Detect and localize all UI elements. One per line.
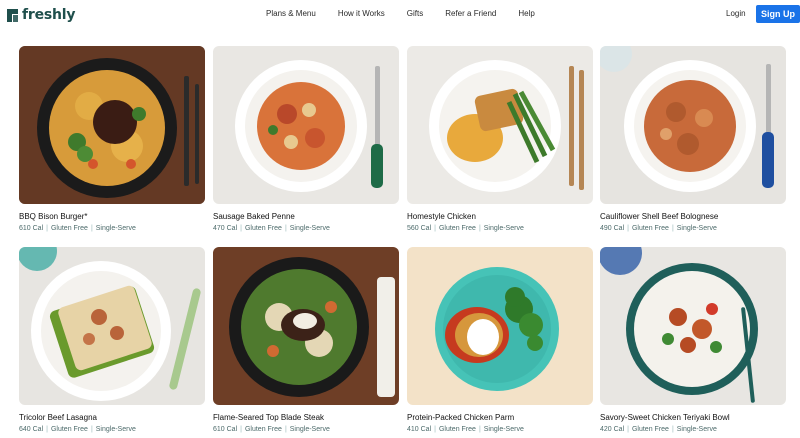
meal-name[interactable]: Cauliflower Shell Beef Bolognese <box>600 212 786 221</box>
tricolor-beef-lasagna-image <box>19 247 205 405</box>
meal-card[interactable]: Cauliflower Shell Beef Bolognese 490 Cal… <box>600 46 786 232</box>
meal-meta: 410 Cal | Gluten Free | Single-Serve <box>407 426 524 433</box>
calories: 560 Cal <box>407 225 432 232</box>
meal-card[interactable]: Flame-Seared Top Blade Steak 610 Cal | Glu… <box>213 247 399 433</box>
calories: 610 Cal <box>19 225 44 232</box>
diet-tag: Gluten Free <box>244 225 282 232</box>
sign-up-button[interactable]: Sign Up <box>756 5 800 23</box>
calories: 490 Cal <box>600 225 625 232</box>
meal-photo[interactable] <box>19 247 205 405</box>
meal-meta: 610 Cal | Gluten Free | Single-Serve <box>19 225 136 232</box>
meal-name[interactable]: Savory-Sweet Chicken Teriyaki Bowl <box>600 413 786 422</box>
meal-name[interactable]: Flame-Seared Top Blade Steak <box>213 413 399 422</box>
nav-plans-menu[interactable]: Plans & Menu <box>266 9 316 18</box>
cauliflower-shell-bolognese-image <box>600 46 786 204</box>
serving-tag: Single-Serve <box>483 225 524 232</box>
meal-name[interactable]: Tricolor Beef Lasagna <box>19 413 205 422</box>
chicken-teriyaki-bowl-image <box>600 247 786 405</box>
calories: 610 Cal <box>213 426 238 433</box>
meal-photo[interactable] <box>213 247 399 405</box>
top-navigation-bar: freshly Plans & Menu How it Works Gifts … <box>0 0 800 30</box>
diet-tag: Gluten Free <box>438 225 476 232</box>
sausage-baked-penne-image <box>213 46 399 204</box>
calories: 640 Cal <box>19 426 44 433</box>
calories: 410 Cal <box>407 426 432 433</box>
calories: 420 Cal <box>600 426 625 433</box>
meal-meta: 610 Cal | Gluten Free | Single-Serve <box>213 426 330 433</box>
nav-how-it-works[interactable]: How it Works <box>338 9 385 18</box>
meal-photo[interactable] <box>213 46 399 204</box>
meal-card[interactable]: Sausage Baked Penne 470 Cal | Gluten Free |… <box>213 46 399 232</box>
meal-card[interactable]: Tricolor Beef Lasagna 640 Cal | Gluten Fre… <box>19 247 205 433</box>
nav-gifts[interactable]: Gifts <box>407 9 423 18</box>
meal-card[interactable]: Homestyle Chicken 560 Cal | Gluten Free | Si… <box>407 46 593 232</box>
homestyle-chicken-image <box>407 46 593 204</box>
meal-meta: 490 Cal | Gluten Free | Single-Serve <box>600 225 717 232</box>
flame-seared-steak-image <box>213 247 399 405</box>
nav-refer-a-friend[interactable]: Refer a Friend <box>445 9 496 18</box>
serving-tag: Single-Serve <box>289 225 330 232</box>
meal-meta: 560 Cal | Gluten Free | Single-Serve <box>407 225 524 232</box>
serving-tag: Single-Serve <box>95 225 136 232</box>
nav-help[interactable]: Help <box>518 9 534 18</box>
serving-tag: Single-Serve <box>483 426 524 433</box>
meal-meta: 640 Cal | Gluten Free | Single-Serve <box>19 426 136 433</box>
meal-name[interactable]: Protein-Packed Chicken Parm <box>407 413 593 422</box>
login-link[interactable]: Login <box>726 9 746 18</box>
meal-card[interactable]: Savory-Sweet Chicken Teriyaki Bowl 420 C… <box>600 247 786 433</box>
serving-tag: Single-Serve <box>95 426 136 433</box>
serving-tag: Single-Serve <box>676 225 717 232</box>
meal-name[interactable]: Homestyle Chicken <box>407 212 593 221</box>
diet-tag: Gluten Free <box>244 426 282 433</box>
meal-photo[interactable] <box>600 46 786 204</box>
meal-meta: 420 Cal | Gluten Free | Single-Serve <box>600 426 717 433</box>
calories: 470 Cal <box>213 225 238 232</box>
serving-tag: Single-Serve <box>676 426 717 433</box>
freshly-logo-icon <box>7 8 18 22</box>
main-nav: Plans & Menu How it Works Gifts Refer a … <box>266 9 557 18</box>
meal-photo[interactable] <box>407 247 593 405</box>
diet-tag: Gluten Free <box>50 426 88 433</box>
diet-tag: Gluten Free <box>50 225 88 232</box>
diet-tag: Gluten Free <box>631 426 669 433</box>
chicken-parm-image <box>407 247 593 405</box>
diet-tag: Gluten Free <box>631 225 669 232</box>
meal-card[interactable]: BBQ Bison Burger* 610 Cal | Gluten Free | Si… <box>19 46 205 232</box>
meal-name[interactable]: Sausage Baked Penne <box>213 212 399 221</box>
meal-card[interactable]: Protein-Packed Chicken Parm 410 Cal | Glut… <box>407 247 593 433</box>
meal-photo[interactable] <box>19 46 205 204</box>
brand-name: freshly <box>22 7 76 23</box>
meal-meta: 470 Cal | Gluten Free | Single-Serve <box>213 225 330 232</box>
meal-photo[interactable] <box>600 247 786 405</box>
meal-photo[interactable] <box>407 46 593 204</box>
meal-name[interactable]: BBQ Bison Burger* <box>19 212 205 221</box>
bbq-bison-burger-image <box>19 46 205 204</box>
diet-tag: Gluten Free <box>438 426 476 433</box>
freshly-logo[interactable]: freshly <box>7 6 76 24</box>
serving-tag: Single-Serve <box>289 426 330 433</box>
